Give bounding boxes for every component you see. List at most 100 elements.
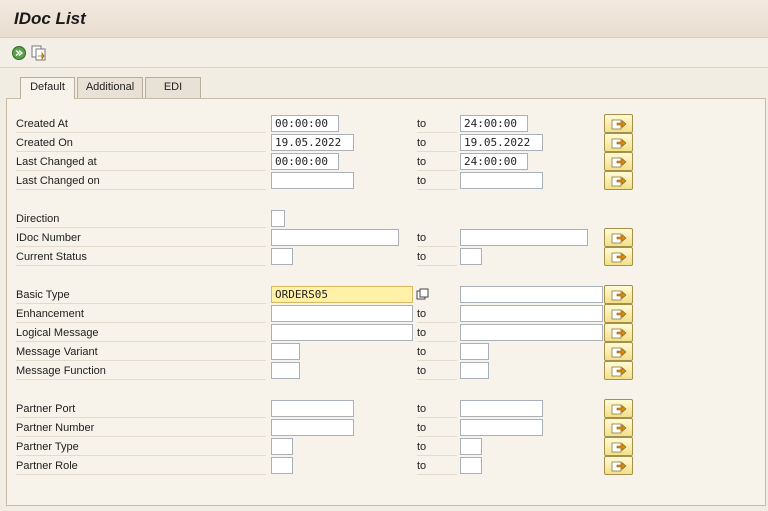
multiple-selection-button[interactable] (604, 133, 633, 152)
multiple-selection-button[interactable] (604, 114, 633, 133)
enhancement-to-input[interactable] (460, 305, 603, 322)
direction-input[interactable] (271, 210, 285, 227)
direction-label: Direction (16, 210, 266, 228)
to-label: to (417, 324, 457, 342)
message-variant-label: Message Variant (16, 343, 266, 361)
created-on-from-input[interactable]: 19.05.2022 (271, 134, 354, 151)
multiple-selection-button[interactable] (604, 399, 633, 418)
to-label: to (417, 153, 457, 171)
multiple-selection-button[interactable] (604, 247, 633, 266)
multiple-selection-button[interactable] (604, 361, 633, 380)
to-label: to (417, 248, 457, 266)
multiple-selection-button[interactable] (604, 342, 633, 361)
idoc-number-to-input[interactable] (460, 229, 588, 246)
logical-message-from-input[interactable] (271, 324, 413, 341)
multiple-selection-button[interactable] (604, 171, 633, 190)
tab-edi[interactable]: EDI (145, 77, 201, 98)
partner-port-to-input[interactable] (460, 400, 543, 417)
multiple-selection-button[interactable] (604, 323, 633, 342)
value-help-icon[interactable] (416, 288, 429, 301)
partner-type-label: Partner Type (16, 438, 266, 456)
partner-role-to-input[interactable] (460, 457, 482, 474)
message-function-from-input[interactable] (271, 362, 300, 379)
to-label: to (417, 115, 457, 133)
multiple-selection-button[interactable] (604, 456, 633, 475)
created-at-to-input[interactable]: 24:00:00 (460, 115, 528, 132)
row-created-at: Created At 00:00:00 to 24:00:00 (7, 114, 767, 134)
partner-type-to-input[interactable] (460, 438, 482, 455)
idoc-number-label: IDoc Number (16, 229, 266, 247)
to-label: to (417, 457, 457, 475)
application-toolbar (0, 38, 768, 68)
to-label: to (417, 400, 457, 418)
multiple-selection-button[interactable] (604, 152, 633, 171)
partner-number-label: Partner Number (16, 419, 266, 437)
to-label: to (417, 229, 457, 247)
last-changed-on-label: Last Changed on (16, 172, 266, 190)
last-changed-at-label: Last Changed at (16, 153, 266, 171)
basic-type-label: Basic Type (16, 286, 266, 304)
enhancement-from-input[interactable] (271, 305, 413, 322)
row-partner-role: Partner Role to (7, 456, 767, 476)
idoc-number-from-input[interactable] (271, 229, 399, 246)
to-label: to (417, 343, 457, 361)
to-label: to (417, 438, 457, 456)
multiple-selection-button[interactable] (604, 304, 633, 323)
current-status-from-input[interactable] (271, 248, 293, 265)
partner-port-from-input[interactable] (271, 400, 354, 417)
enhancement-label: Enhancement (16, 305, 266, 323)
message-function-to-input[interactable] (460, 362, 489, 379)
execute-icon[interactable] (10, 44, 28, 62)
row-basic-type: Basic Type ORDERS05 (7, 285, 767, 305)
selection-panel: Created At 00:00:00 to 24:00:00 Created … (6, 98, 766, 506)
to-label: to (417, 305, 457, 323)
row-partner-number: Partner Number to (7, 418, 767, 438)
row-enhancement: Enhancement to (7, 304, 767, 324)
current-status-label: Current Status (16, 248, 266, 266)
message-variant-to-input[interactable] (460, 343, 489, 360)
tab-additional[interactable]: Additional (77, 77, 143, 98)
row-idoc-number: IDoc Number to (7, 228, 767, 248)
partner-number-from-input[interactable] (271, 419, 354, 436)
row-message-function: Message Function to (7, 361, 767, 381)
created-on-to-input[interactable]: 19.05.2022 (460, 134, 543, 151)
row-message-variant: Message Variant to (7, 342, 767, 362)
current-status-to-input[interactable] (460, 248, 482, 265)
get-variant-icon[interactable] (30, 44, 48, 62)
tab-default[interactable]: Default (20, 77, 75, 99)
multiple-selection-button[interactable] (604, 437, 633, 456)
title-bar: IDoc List (0, 0, 768, 38)
multiple-selection-button[interactable] (604, 228, 633, 247)
to-label: to (417, 172, 457, 190)
row-last-changed-on: Last Changed on to (7, 171, 767, 191)
message-function-label: Message Function (16, 362, 266, 380)
partner-port-label: Partner Port (16, 400, 266, 418)
message-variant-from-input[interactable] (271, 343, 300, 360)
basic-type-to-input[interactable] (460, 286, 603, 303)
partner-type-from-input[interactable] (271, 438, 293, 455)
partner-number-to-input[interactable] (460, 419, 543, 436)
last-changed-on-from-input[interactable] (271, 172, 354, 189)
last-changed-on-to-input[interactable] (460, 172, 543, 189)
multiple-selection-button[interactable] (604, 285, 633, 304)
to-label: to (417, 419, 457, 437)
row-direction: Direction (7, 210, 767, 229)
logical-message-to-input[interactable] (460, 324, 603, 341)
last-changed-at-from-input[interactable]: 00:00:00 (271, 153, 339, 170)
partner-role-label: Partner Role (16, 457, 266, 475)
created-at-from-input[interactable]: 00:00:00 (271, 115, 339, 132)
row-current-status: Current Status to (7, 247, 767, 267)
basic-type-from-input[interactable]: ORDERS05 (271, 286, 413, 303)
multiple-selection-button[interactable] (604, 418, 633, 437)
created-at-label: Created At (16, 115, 266, 133)
to-label: to (417, 362, 457, 380)
created-on-label: Created On (16, 134, 266, 152)
row-partner-type: Partner Type to (7, 437, 767, 457)
to-label: to (417, 134, 457, 152)
page-title: IDoc List (14, 9, 86, 28)
row-logical-message: Logical Message to (7, 323, 767, 343)
last-changed-at-to-input[interactable]: 24:00:00 (460, 153, 528, 170)
logical-message-label: Logical Message (16, 324, 266, 342)
partner-role-from-input[interactable] (271, 457, 293, 474)
row-last-changed-at: Last Changed at 00:00:00 to 24:00:00 (7, 152, 767, 172)
